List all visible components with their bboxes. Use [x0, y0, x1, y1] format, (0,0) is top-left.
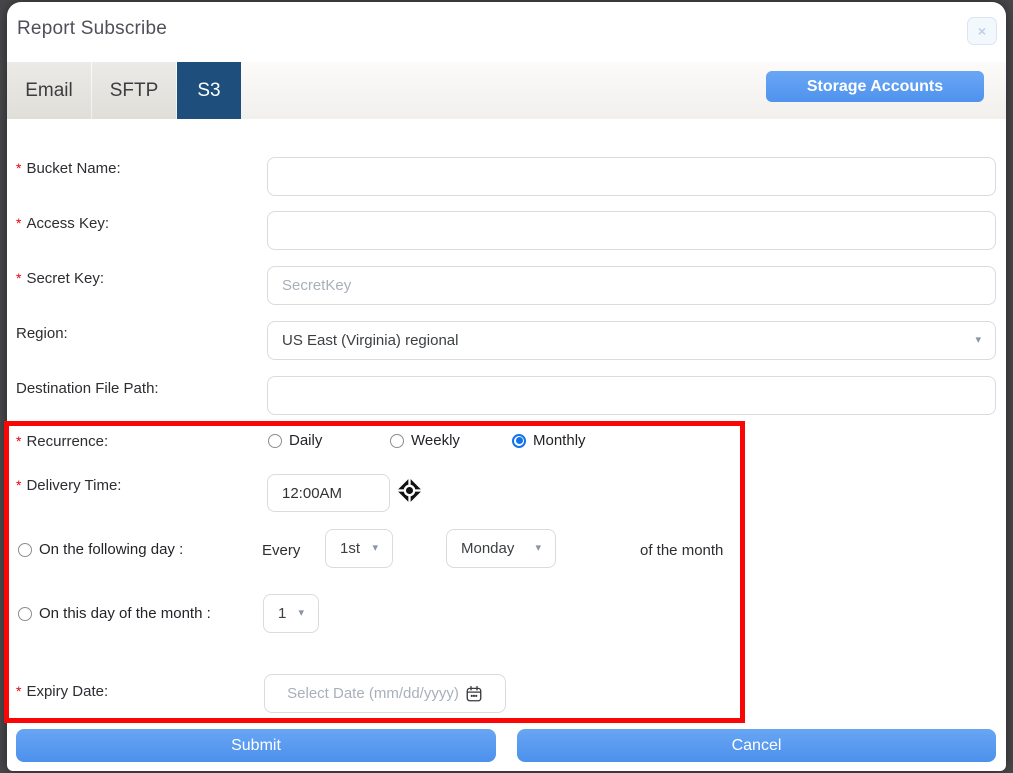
- region-label: Region:: [16, 325, 68, 342]
- region-select-value: US East (Virginia) regional: [282, 332, 458, 349]
- expiry-date-input[interactable]: Select Date (mm/dd/yyyy): [264, 674, 506, 713]
- calendar-icon: [465, 685, 483, 703]
- radio-weekly-label: Weekly: [411, 432, 460, 449]
- secret-key-label: *Secret Key:: [16, 270, 104, 287]
- submit-button[interactable]: Submit: [16, 729, 496, 762]
- radio-option-daily[interactable]: Daily: [268, 432, 322, 449]
- move-icon[interactable]: [397, 478, 422, 503]
- every-label: Every: [262, 542, 300, 559]
- chevron-down-icon: ▾: [290, 608, 304, 619]
- chevron-down-icon: ▾: [527, 543, 541, 554]
- recurrence-label: *Recurrence:: [16, 433, 108, 450]
- tab-sftp[interactable]: SFTP: [92, 62, 176, 119]
- required-marker: *: [16, 215, 21, 231]
- bucket-name-input[interactable]: [267, 157, 996, 196]
- radio-option-following-day[interactable]: On the following day :: [18, 541, 183, 558]
- tab-email[interactable]: Email: [7, 62, 91, 119]
- bucket-name-label: *Bucket Name:: [16, 160, 121, 177]
- expiry-date-placeholder: Select Date (mm/dd/yyyy): [287, 685, 459, 702]
- day-of-month-select-value: 1: [278, 605, 286, 622]
- storage-accounts-button[interactable]: Storage Accounts: [766, 71, 984, 102]
- close-button[interactable]: ×: [967, 17, 997, 45]
- delivery-time-label: *Delivery Time:: [16, 477, 121, 494]
- destination-file-path-label: Destination File Path:: [16, 380, 159, 397]
- expiry-date-label: *Expiry Date:: [16, 683, 108, 700]
- chevron-down-icon: ▾: [364, 543, 378, 554]
- required-marker: *: [16, 433, 21, 449]
- delivery-time-input[interactable]: [267, 474, 390, 512]
- destination-file-path-input[interactable]: [267, 376, 996, 415]
- access-key-input[interactable]: [267, 211, 996, 250]
- day-of-month-label: On this day of the month :: [39, 605, 211, 622]
- region-select[interactable]: US East (Virginia) regional ▾: [267, 321, 996, 360]
- required-marker: *: [16, 477, 21, 493]
- chevron-down-icon: ▾: [967, 335, 981, 346]
- report-subscribe-modal: Report Subscribe × Email SFTP S3 Storage…: [7, 2, 1006, 771]
- weekday-select[interactable]: Monday ▾: [446, 529, 556, 568]
- required-marker: *: [16, 683, 21, 699]
- radio-option-monthly[interactable]: Monthly: [512, 432, 586, 449]
- radio-daily-label: Daily: [289, 432, 322, 449]
- secret-key-input[interactable]: [267, 266, 996, 305]
- radio-option-weekly[interactable]: Weekly: [390, 432, 460, 449]
- close-icon: ×: [978, 23, 986, 39]
- radio-day-of-month-icon: [18, 607, 32, 621]
- of-the-month-label: of the month: [640, 542, 723, 559]
- radio-option-day-of-month[interactable]: On this day of the month :: [18, 605, 211, 622]
- radio-monthly-label: Monthly: [533, 432, 586, 449]
- day-of-month-select[interactable]: 1 ▾: [263, 594, 319, 633]
- cancel-button[interactable]: Cancel: [517, 729, 996, 762]
- following-day-label: On the following day :: [39, 541, 183, 558]
- ordinal-select[interactable]: 1st ▾: [325, 529, 393, 568]
- radio-daily-icon: [268, 434, 282, 448]
- radio-following-day-icon: [18, 543, 32, 557]
- ordinal-select-value: 1st: [340, 540, 360, 557]
- radio-monthly-icon: [512, 434, 526, 448]
- access-key-label: *Access Key:: [16, 215, 109, 232]
- radio-weekly-icon: [390, 434, 404, 448]
- tab-s3[interactable]: S3: [177, 62, 241, 119]
- weekday-select-value: Monday: [461, 540, 514, 557]
- page-title: Report Subscribe: [17, 18, 167, 40]
- required-marker: *: [16, 160, 21, 176]
- required-marker: *: [16, 270, 21, 286]
